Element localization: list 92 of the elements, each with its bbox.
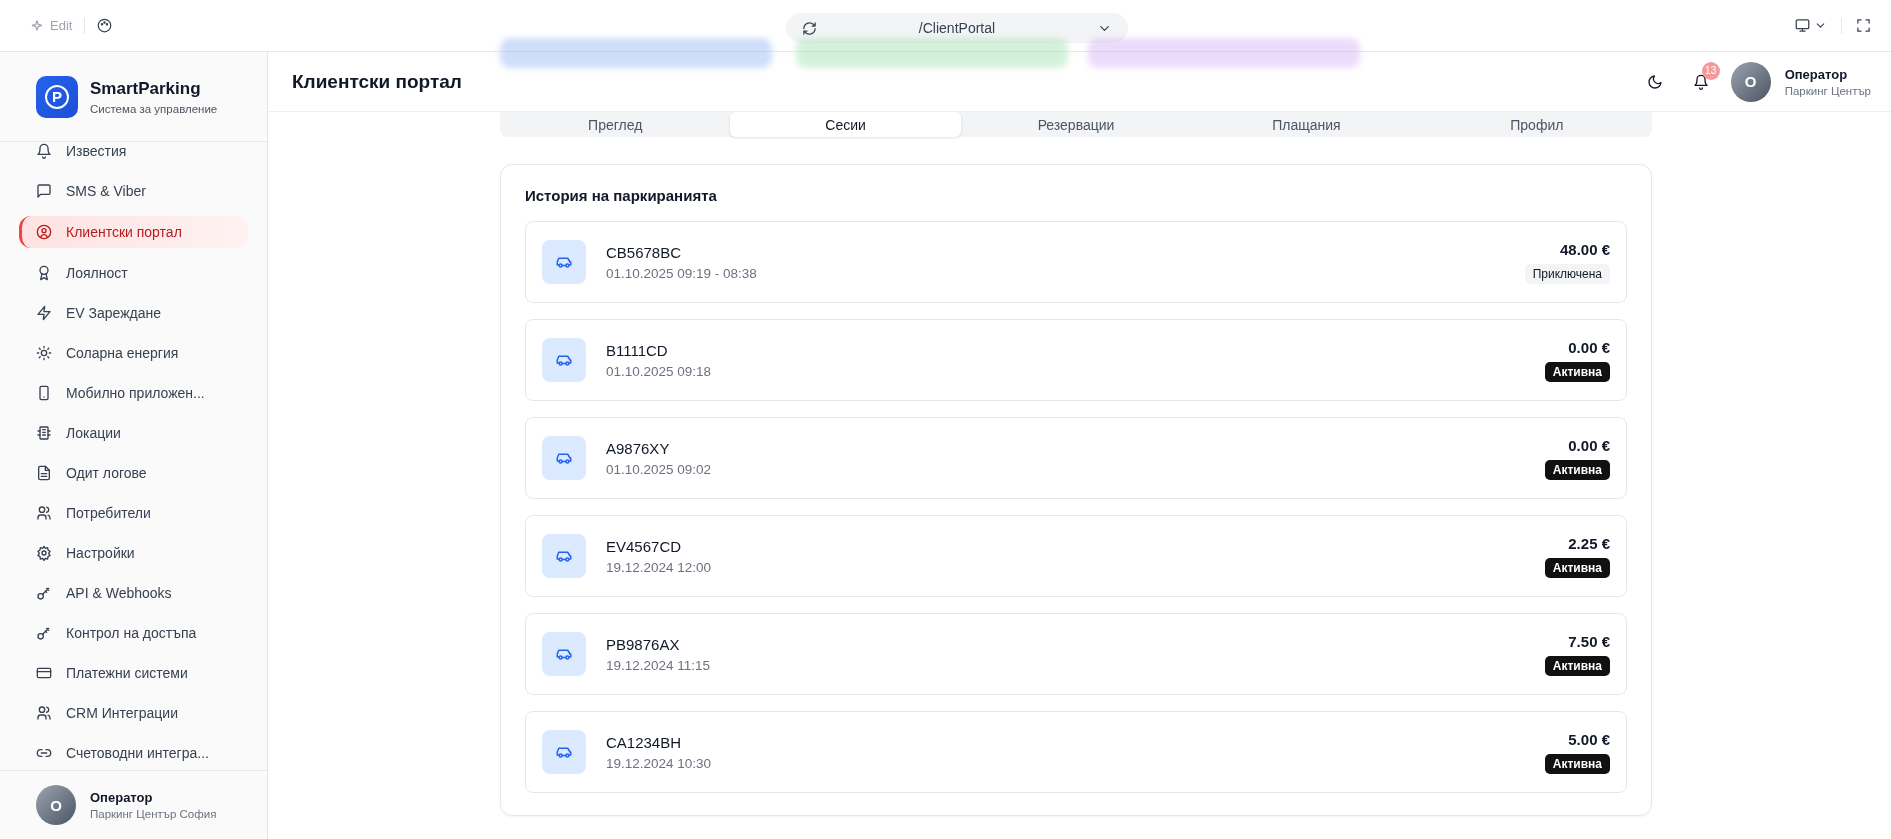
session-amount: 7.50 €: [1568, 632, 1610, 650]
sidebar-item[interactable]: Контрол на достъпа: [19, 618, 248, 648]
monitor-icon: [1795, 18, 1810, 33]
app-name: SmartParking: [90, 78, 202, 99]
tab[interactable]: Резервации: [960, 112, 1192, 137]
license-plate: CB5678BC: [606, 243, 683, 261]
bell-icon: [36, 143, 52, 159]
session-time: 19.12.2024 12:00: [606, 559, 712, 575]
chat-icon: [36, 183, 52, 199]
car-icon: [542, 338, 586, 382]
car-icon: [542, 436, 586, 480]
avatar: O: [36, 785, 76, 825]
users-icon: [36, 505, 52, 521]
session-time: 01.10.2025 09:19 - 08:38: [606, 265, 757, 281]
car-icon: [542, 730, 586, 774]
license-plate: EV4567CD: [606, 537, 683, 555]
car-icon: [542, 632, 586, 676]
tab[interactable]: Сесии: [730, 112, 961, 137]
car-icon: [542, 240, 586, 284]
user-name: Оператор: [1784, 66, 1849, 82]
document-icon: [36, 465, 52, 481]
tab[interactable]: Профил: [1421, 112, 1653, 137]
tab[interactable]: Плащания: [1191, 112, 1422, 137]
settings-icon: [36, 545, 52, 561]
sidebar-item[interactable]: Мобилно приложен...: [19, 378, 248, 408]
app-subtitle: Система за управление: [90, 102, 218, 115]
sidebar-item[interactable]: Потребители: [19, 498, 248, 528]
session-row[interactable]: A9876XY 01.10.2025 09:02 0.00 € Активна: [525, 417, 1627, 499]
sidebar-item[interactable]: Платежни системи: [19, 658, 248, 688]
palette-icon: [97, 18, 113, 33]
sidebar-item[interactable]: Одит логове: [19, 458, 248, 488]
sidebar-item[interactable]: Известия: [19, 136, 248, 166]
url-selector[interactable]: /ClientPortal: [786, 13, 1128, 43]
building-icon: [36, 425, 52, 441]
user-location: Паркинг Център София: [90, 808, 217, 820]
session-time: 19.12.2024 11:15: [606, 657, 711, 673]
refresh-icon: [802, 20, 817, 36]
status-badge: Активна: [1544, 557, 1610, 578]
status-badge: Активна: [1544, 753, 1610, 774]
car-icon: [542, 534, 586, 578]
session-amount: 5.00 €: [1568, 730, 1610, 748]
page-title: Клиентски портал: [292, 70, 462, 93]
user-circle-icon: [36, 224, 52, 240]
card-title: История на паркиранията: [525, 187, 718, 204]
sidebar-item[interactable]: CRM Интеграции: [19, 698, 248, 728]
sidebar-item[interactable]: EV Зареждане: [19, 298, 248, 328]
status-badge: Активна: [1544, 655, 1610, 676]
status-badge: Активна: [1544, 361, 1610, 382]
license-plate: PB9876AX: [606, 635, 681, 653]
license-plate: B1111CD: [606, 341, 669, 359]
session-row[interactable]: B1111CD 01.10.2025 09:18 0.00 € Активна: [525, 319, 1627, 401]
key-icon: [36, 625, 52, 641]
parking-logo-icon: P: [36, 75, 78, 118]
moon-icon: [1646, 73, 1663, 90]
session-row[interactable]: PB9876AX 19.12.2024 11:15 7.50 € Активна: [525, 613, 1627, 695]
session-row[interactable]: CB5678BC 01.10.2025 09:19 - 08:38 48.00 € Приключена: [525, 221, 1627, 303]
sidebar-item[interactable]: Соларна енергия: [19, 338, 248, 368]
sidebar-item[interactable]: Настройки: [19, 538, 248, 568]
session-amount: 48.00 €: [1559, 240, 1610, 258]
sidebar-item[interactable]: Лоялност: [19, 258, 248, 288]
session-row[interactable]: CA1234BH 19.12.2024 10:30 5.00 € Активна: [525, 711, 1627, 793]
key-icon: [36, 585, 52, 601]
sidebar-item[interactable]: SMS & Viber: [19, 176, 248, 206]
sidebar-item[interactable]: Счетоводни интегра...: [19, 738, 248, 768]
award-icon: [36, 265, 52, 281]
lightning-icon: [36, 305, 52, 321]
phone-icon: [36, 385, 52, 401]
credit-card-icon: [36, 665, 52, 681]
notification-count: 13: [1701, 61, 1720, 80]
sidebar-item[interactable]: Клиентски портал: [19, 216, 248, 248]
session-amount: 0.00 €: [1568, 436, 1610, 454]
sun-icon: [36, 345, 52, 361]
session-amount: 0.00 €: [1568, 338, 1610, 356]
license-plate: CA1234BH: [606, 733, 683, 751]
sidebar-item[interactable]: Локации: [19, 418, 248, 448]
sparkle-icon: [30, 18, 44, 33]
sidebar-item[interactable]: API & Webhooks: [19, 578, 248, 608]
user-location: Паркинг Център: [1784, 84, 1871, 97]
bell-icon: [1692, 73, 1709, 90]
avatar[interactable]: O: [1730, 61, 1771, 102]
fullscreen-icon: [1856, 18, 1871, 33]
session-time: 01.10.2025 09:18: [606, 363, 712, 379]
session-row[interactable]: EV4567CD 19.12.2024 12:00 2.25 € Активна: [525, 515, 1627, 597]
session-time: 01.10.2025 09:02: [606, 461, 712, 477]
status-badge: Активна: [1544, 459, 1610, 480]
status-badge: Приключена: [1524, 263, 1610, 284]
session-amount: 2.25 €: [1568, 534, 1610, 552]
session-time: 19.12.2024 10:30: [606, 755, 712, 771]
users-icon: [36, 705, 52, 721]
tab[interactable]: Преглед: [500, 112, 731, 137]
license-plate: A9876XY: [606, 439, 671, 457]
user-name: Оператор: [90, 790, 154, 805]
